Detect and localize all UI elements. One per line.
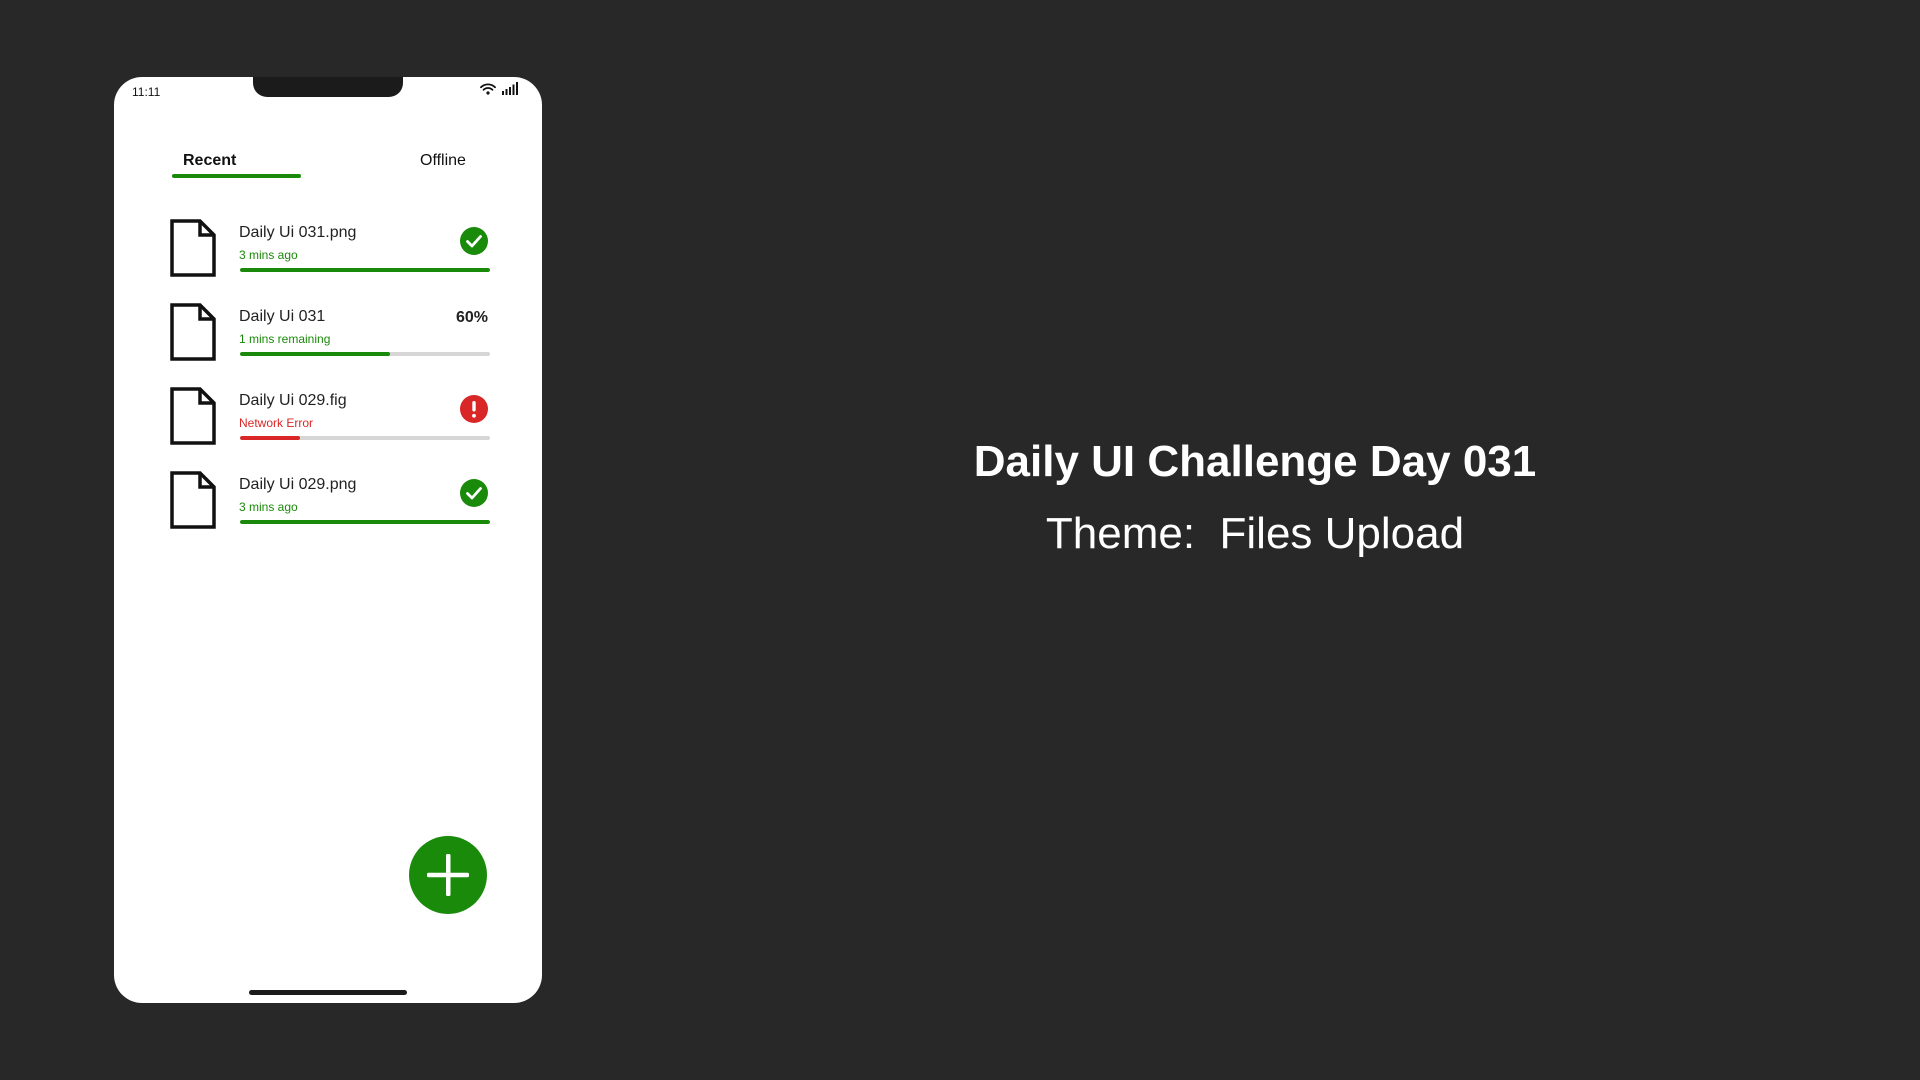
file-icon: [170, 303, 216, 361]
file-icon: [170, 471, 216, 529]
upload-progress-bar: [240, 436, 490, 440]
upload-progress-bar: [240, 352, 490, 356]
tab-active-indicator: [172, 174, 301, 178]
home-indicator[interactable]: [249, 990, 407, 995]
upload-progress-bar: [240, 268, 490, 272]
file-name: Daily Ui 031: [239, 308, 326, 325]
tab-recent[interactable]: Recent: [183, 152, 236, 170]
plus-icon: [427, 854, 469, 896]
file-item[interactable]: Daily Ui 029.fig Network Error: [170, 387, 490, 451]
upload-percent: 60%: [455, 309, 488, 326]
file-item[interactable]: Daily Ui 031 1 mins remaining 60%: [170, 303, 490, 367]
wifi-icon: [480, 83, 496, 95]
tab-offline[interactable]: Offline: [420, 152, 466, 170]
page-title: Daily UI Challenge Day 031: [973, 437, 1537, 486]
file-name: Daily Ui 029.fig: [239, 392, 347, 409]
upload-progress-fill: [240, 520, 490, 524]
page-subtitle: Theme: Files Upload: [1045, 509, 1465, 558]
file-subtitle: 3 mins ago: [239, 248, 298, 262]
file-subtitle: 1 mins remaining: [239, 332, 331, 346]
phone-notch: [253, 77, 403, 97]
status-time: 11:11: [132, 85, 161, 99]
upload-progress-fill: [240, 436, 300, 440]
status-icons: [480, 82, 518, 95]
error-circle-icon: [460, 395, 488, 423]
canvas: 11:11 Recent Offline Daily Ui 031.png 3 …: [0, 0, 1920, 1080]
check-circle-icon: [460, 479, 488, 507]
file-item[interactable]: Daily Ui 029.png 3 mins ago: [170, 471, 490, 535]
upload-progress-bar: [240, 520, 490, 524]
file-icon: [170, 387, 216, 445]
check-circle-icon: [460, 227, 488, 255]
file-name: Daily Ui 029.png: [239, 476, 357, 493]
phone-frame: 11:11 Recent Offline Daily Ui 031.png 3 …: [114, 77, 542, 1003]
upload-progress-fill: [240, 268, 490, 272]
file-subtitle: Network Error: [239, 416, 314, 430]
file-icon: [170, 219, 216, 277]
upload-progress-fill: [240, 352, 390, 356]
file-item[interactable]: Daily Ui 031.png 3 mins ago: [170, 219, 490, 283]
file-subtitle: 3 mins ago: [239, 500, 298, 514]
file-name: Daily Ui 031.png: [239, 224, 357, 241]
signal-icon: [502, 82, 518, 95]
add-file-button[interactable]: [409, 836, 487, 914]
